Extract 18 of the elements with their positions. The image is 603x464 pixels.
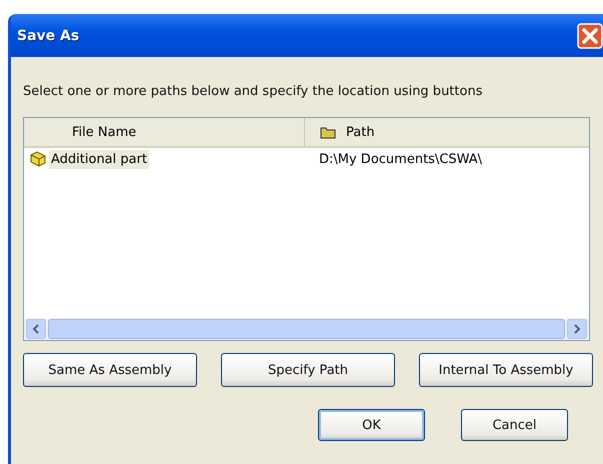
scroll-right-icon[interactable]: [567, 319, 587, 339]
column-header[interactable]: File Name: [24, 118, 305, 146]
window-title: Save As: [17, 28, 80, 44]
path-cell: D:\My Documents\CSWA\: [319, 152, 482, 166]
location-button[interactable]: Same As Assembly: [23, 353, 197, 387]
scroll-left-icon[interactable]: [26, 319, 46, 339]
location-button[interactable]: Internal To Assembly: [419, 353, 593, 387]
file-name-cell[interactable]: Additional part: [49, 150, 150, 168]
column-header[interactable]: Path: [305, 118, 375, 146]
horizontal-scrollbar[interactable]: [24, 318, 589, 340]
column-header-label: Path: [346, 124, 375, 140]
dialog-button[interactable]: Cancel: [461, 409, 568, 441]
close-icon[interactable]: [577, 22, 603, 48]
location-button[interactable]: Specify Path: [221, 353, 395, 387]
folder-icon: [320, 126, 336, 138]
instruction-text: Select one or more paths below and specify the location using buttons: [23, 84, 484, 101]
scroll-thumb[interactable]: [48, 319, 565, 339]
dialog-button[interactable]: OK: [318, 409, 425, 441]
